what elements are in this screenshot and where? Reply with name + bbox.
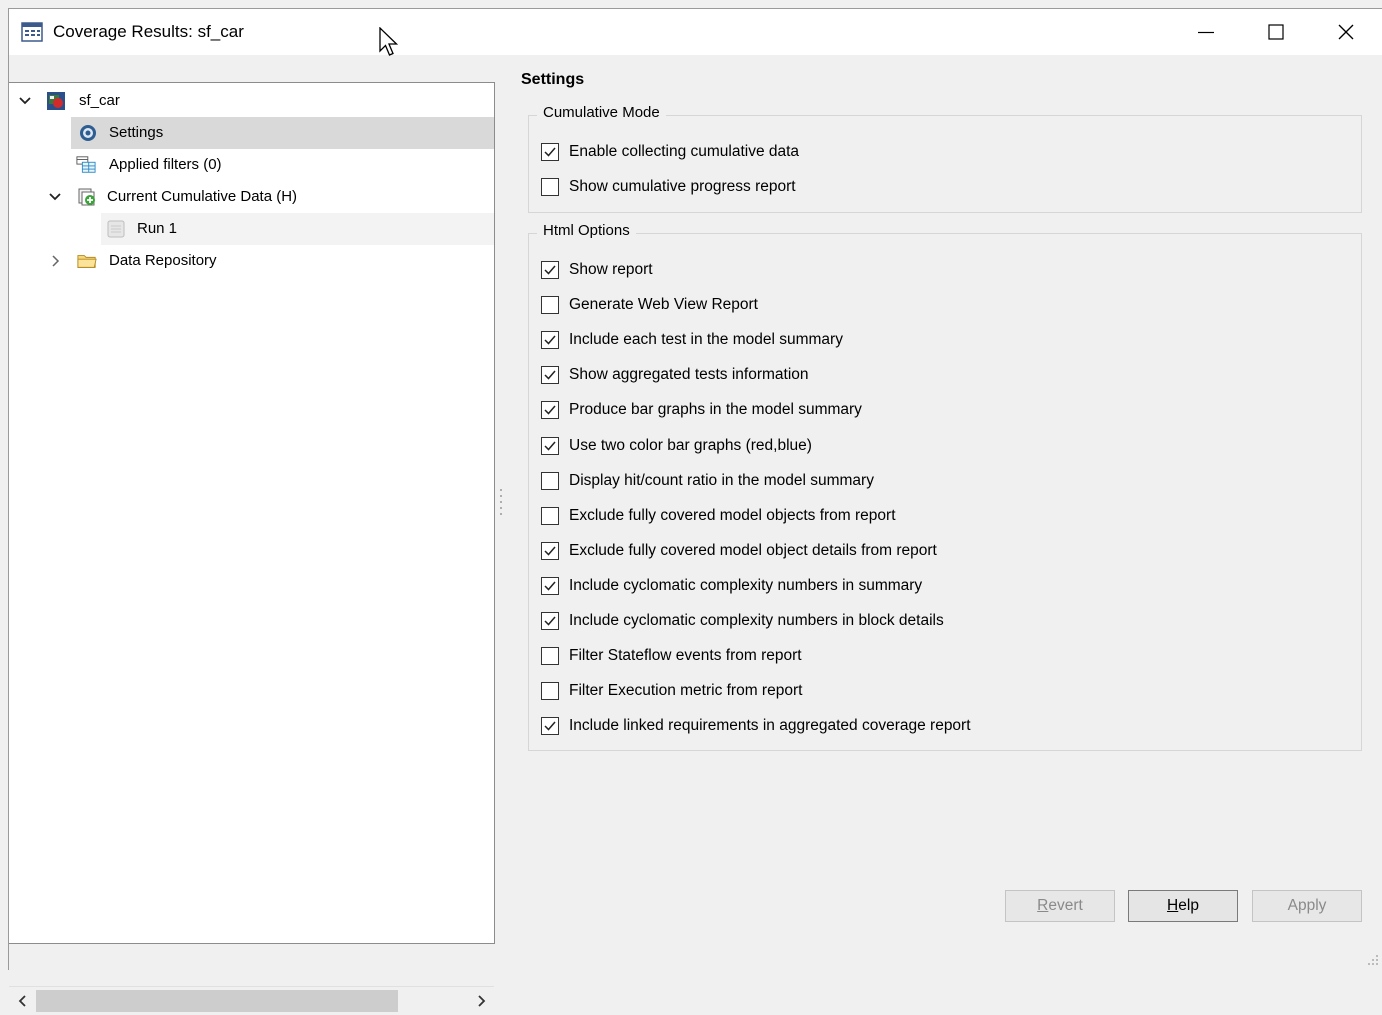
maximize-icon xyxy=(1268,24,1284,40)
chevron-right-icon[interactable] xyxy=(49,255,61,267)
chevron-down-icon[interactable] xyxy=(49,191,61,203)
option-label: Show cumulative progress report xyxy=(569,178,796,195)
minimize-icon xyxy=(1198,31,1214,34)
checkmark-icon xyxy=(544,265,556,275)
tree-item-label: Run 1 xyxy=(137,220,178,237)
tree-item-label: Settings xyxy=(109,124,164,141)
checkmark-icon xyxy=(544,335,556,345)
checkbox-checked[interactable] xyxy=(541,576,559,595)
option-label: Display hit/count ratio in the model sum… xyxy=(569,471,874,489)
apply-button[interactable]: Apply xyxy=(1252,890,1362,922)
checkmark-icon xyxy=(544,147,556,157)
folder-icon xyxy=(77,255,97,268)
cumulative-mode-group: Cumulative Mode xyxy=(528,104,1362,213)
window-app-icon xyxy=(21,22,43,42)
html-options-legend: Html Options xyxy=(537,222,636,239)
close-button[interactable] xyxy=(1311,9,1381,55)
checkbox-checked[interactable] xyxy=(541,717,559,736)
checkmark-icon xyxy=(544,581,556,591)
option-label: Filter Stateflow events from report xyxy=(569,647,802,665)
option-label: Include each test in the model summary xyxy=(569,331,843,349)
revert-button[interactable]: Revert xyxy=(1005,890,1115,922)
resize-grip-icon[interactable] xyxy=(1367,954,1379,966)
tree-item-label: Data Repository xyxy=(109,252,217,269)
checkbox-checked[interactable] xyxy=(541,331,559,350)
minimize-button[interactable] xyxy=(1171,9,1241,55)
close-icon xyxy=(1338,24,1354,40)
model-icon xyxy=(47,92,65,110)
gear-icon xyxy=(80,125,96,141)
tree-item-current-cumulative-data[interactable]: Current Cumulative Data (H) xyxy=(9,181,494,213)
tree-item-applied-filters[interactable]: Applied filters (0) xyxy=(71,149,494,181)
checkbox-unchecked[interactable] xyxy=(541,471,559,490)
cumulative-data-icon xyxy=(78,188,95,206)
checkmark-icon xyxy=(544,546,556,556)
checkbox-checked[interactable] xyxy=(541,366,559,385)
option-label: Use two color bar graphs (red,blue) xyxy=(569,436,812,454)
option-label: Show aggregated tests information xyxy=(569,366,809,384)
run-icon xyxy=(107,220,125,238)
checkbox-checked[interactable] xyxy=(541,261,559,279)
help-label-rest: elp xyxy=(1178,897,1199,914)
option-label: Include cyclomatic complexity numbers in… xyxy=(569,612,944,629)
tree-item-run-1[interactable]: Run 1 xyxy=(101,213,494,245)
chevron-down-icon[interactable] xyxy=(19,95,31,107)
tree-item-data-repository[interactable]: Data Repository xyxy=(9,245,494,277)
title-bar: Coverage Results: sf_car xyxy=(9,9,1382,56)
option-label: Include cyclomatic complexity numbers in… xyxy=(569,576,923,594)
settings-heading: Settings xyxy=(521,71,585,88)
option-label: Exclude fully covered model object detai… xyxy=(569,541,937,559)
scroll-left-icon[interactable] xyxy=(15,993,31,1009)
window-title: Coverage Results: sf_car xyxy=(53,22,244,41)
checkbox-checked[interactable] xyxy=(541,143,559,161)
revert-label-rest: evert xyxy=(1048,897,1083,914)
checkbox-checked[interactable] xyxy=(541,436,559,455)
option-label: Produce bar graphs in the model summary xyxy=(569,401,862,419)
checkbox-unchecked[interactable] xyxy=(541,506,559,525)
checkbox-unchecked[interactable] xyxy=(541,682,559,701)
option-label: Enable collecting cumulative data xyxy=(569,143,800,160)
maximize-button[interactable] xyxy=(1241,9,1311,55)
help-mnemonic: H xyxy=(1167,897,1179,914)
option-label: Generate Web View Report xyxy=(569,296,758,314)
mouse-cursor-icon xyxy=(379,27,399,56)
coverage-results-window: Coverage Results: sf_car sf_car Settings… xyxy=(8,8,1382,1015)
revert-mnemonic: R xyxy=(1037,897,1049,914)
help-button[interactable]: Help xyxy=(1128,890,1238,922)
checkbox-unchecked[interactable] xyxy=(541,647,559,666)
tree-item-label: Current Cumulative Data (H) xyxy=(107,188,298,205)
option-label: Include linked requirements in aggregate… xyxy=(569,717,971,735)
filter-table-icon xyxy=(76,156,96,173)
checkmark-icon xyxy=(544,441,556,451)
scrollbar-thumb[interactable] xyxy=(36,990,398,1012)
checkmark-icon xyxy=(544,405,556,415)
tree-root-sf-car[interactable]: sf_car xyxy=(9,85,494,117)
option-label: Show report xyxy=(569,261,653,278)
option-label: Exclude fully covered model objects from… xyxy=(569,506,896,524)
checkbox-unchecked[interactable] xyxy=(541,296,559,315)
checkbox-checked[interactable] xyxy=(541,541,559,560)
tree-item-label: Applied filters (0) xyxy=(109,156,222,173)
tree-panel: sf_car Settings Applied filters (0) Curr… xyxy=(9,82,495,1015)
tree-horizontal-scrollbar[interactable] xyxy=(9,986,494,1015)
checkmark-icon xyxy=(544,721,556,731)
checkmark-icon xyxy=(544,370,556,380)
option-label: Filter Execution metric from report xyxy=(569,682,803,700)
tree-item-settings[interactable]: Settings xyxy=(71,117,494,149)
cumulative-mode-legend: Cumulative Mode xyxy=(537,104,666,121)
tree-root-label: sf_car xyxy=(79,92,120,109)
checkbox-checked[interactable] xyxy=(541,612,559,630)
checkbox-checked[interactable] xyxy=(541,401,559,420)
checkmark-icon xyxy=(544,616,556,626)
splitter-handle[interactable] xyxy=(499,487,503,517)
scroll-right-icon[interactable] xyxy=(473,993,489,1009)
checkbox-unchecked[interactable] xyxy=(541,178,559,196)
